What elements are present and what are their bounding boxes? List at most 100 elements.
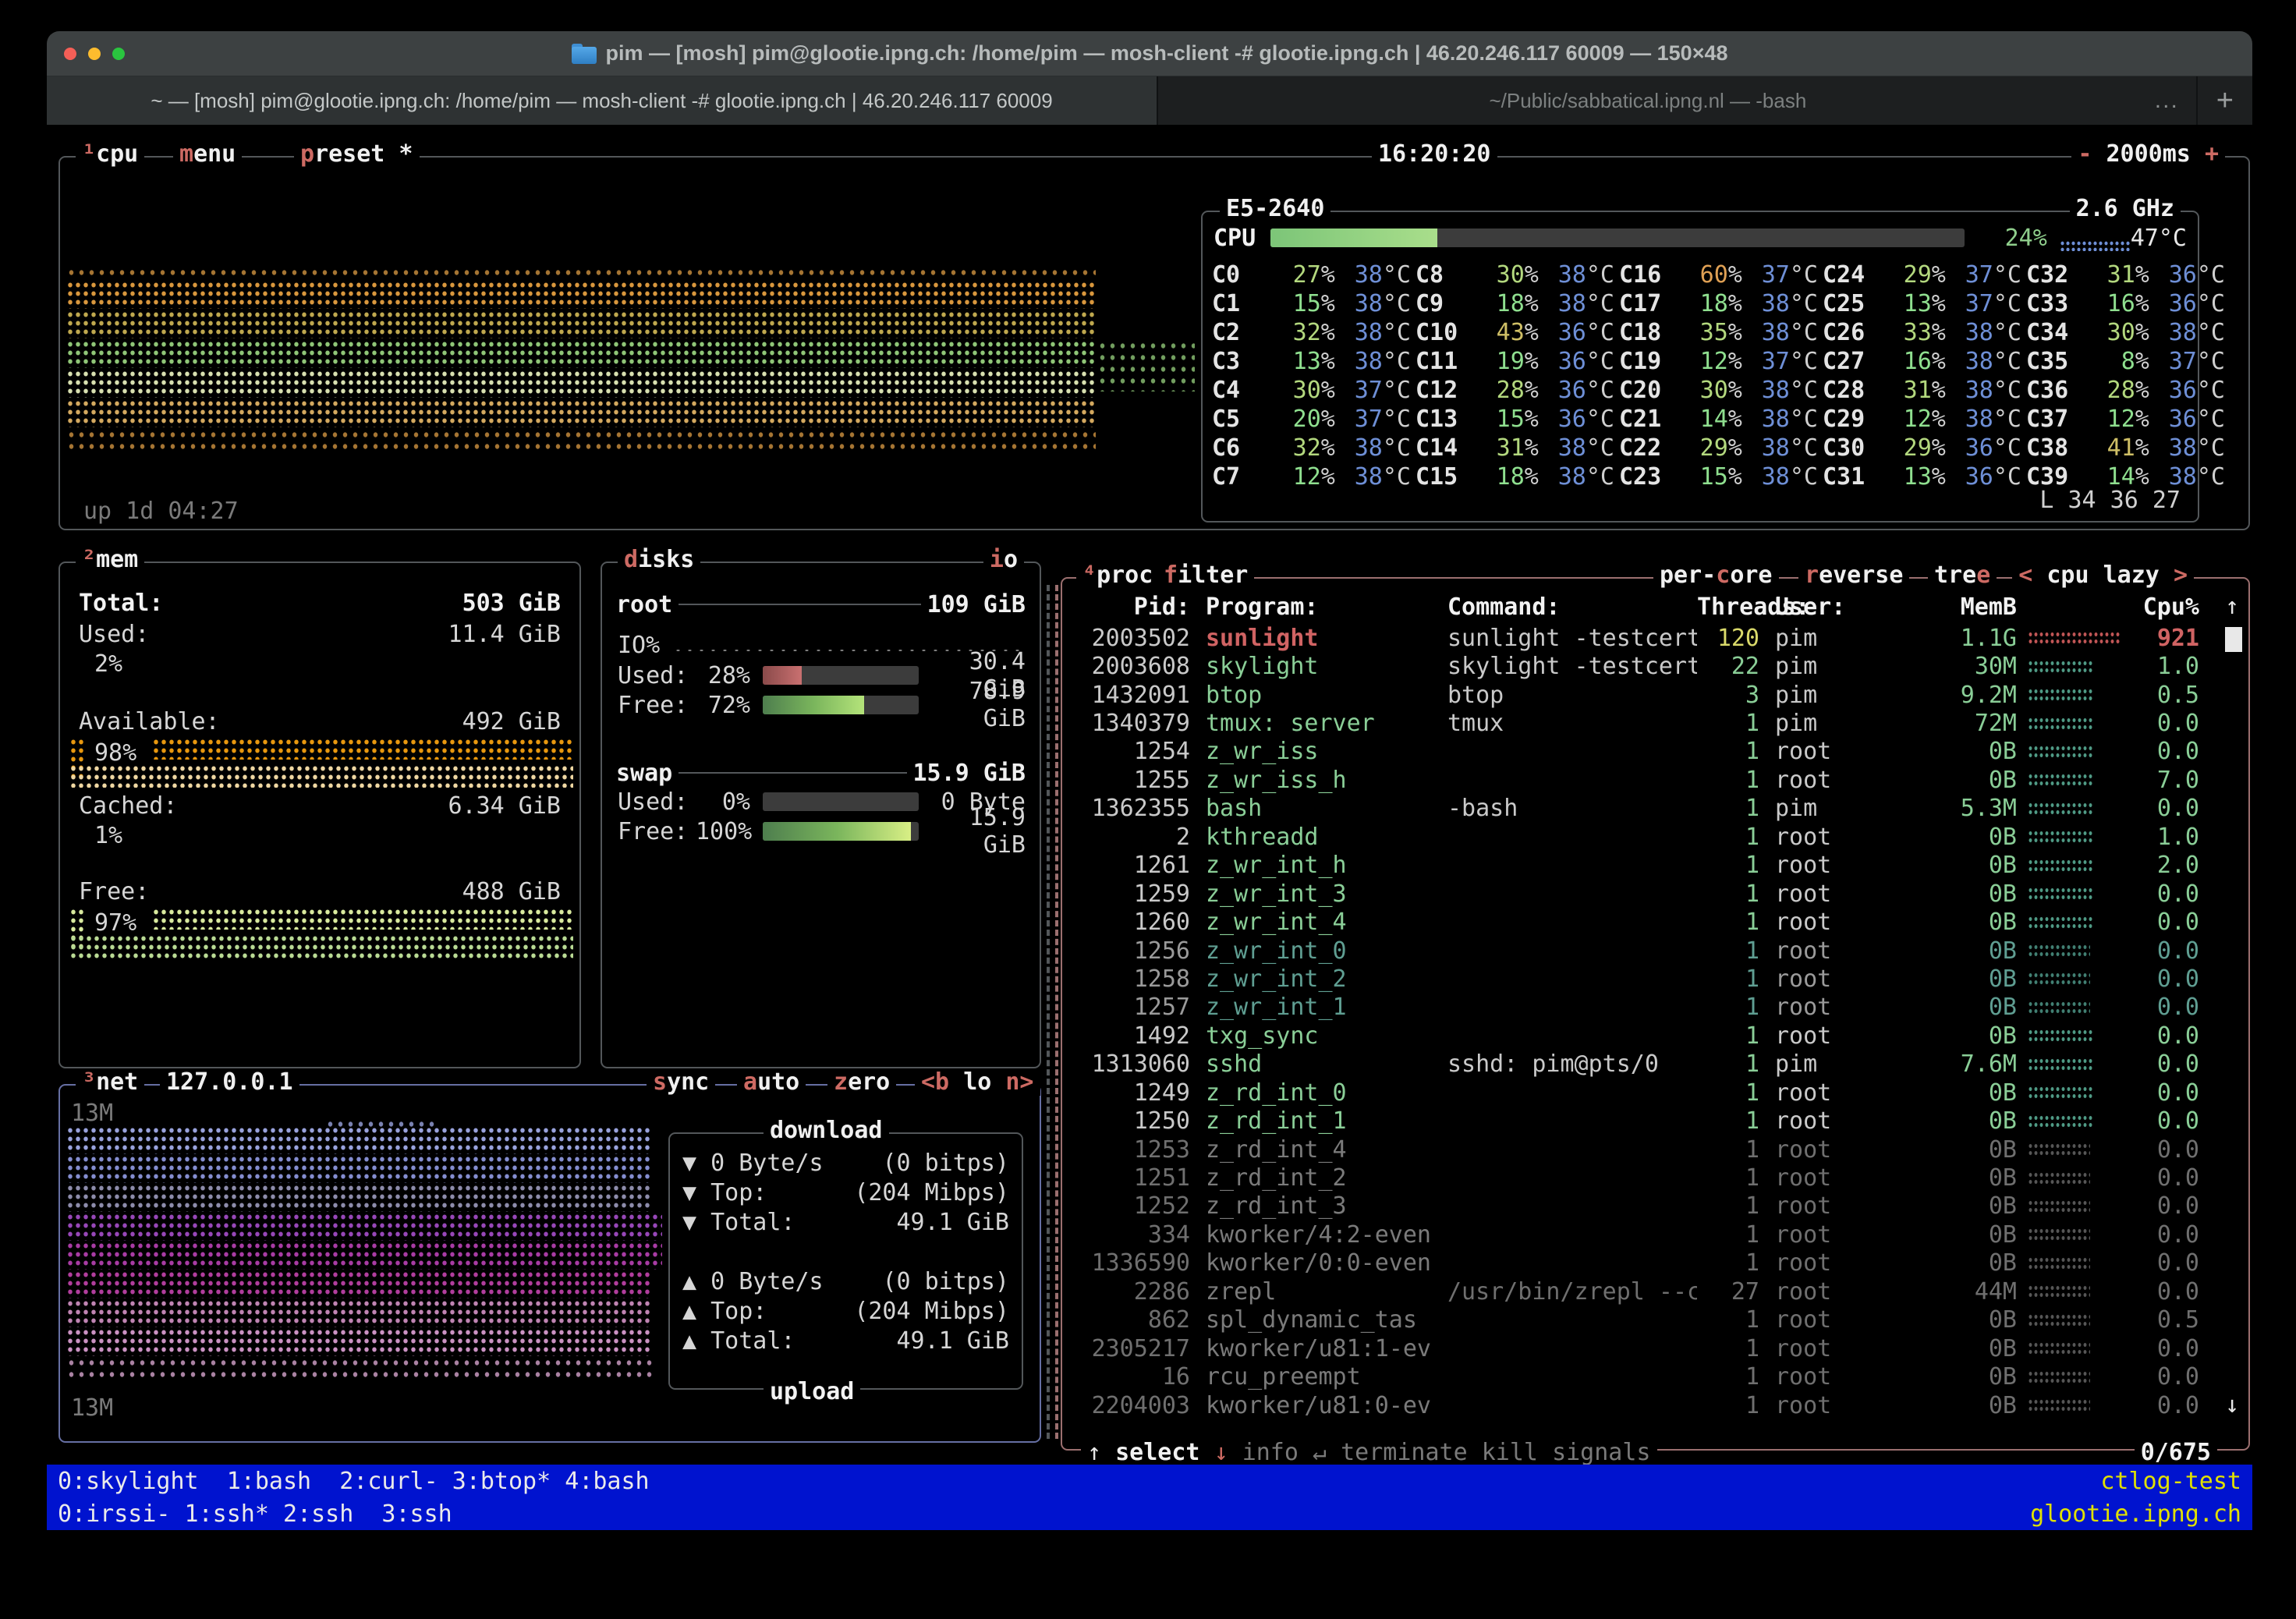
process-name: z_wr_iss bbox=[1206, 738, 1447, 765]
process-row[interactable]: 1258z_wr_int_21root0B0.0 bbox=[1073, 965, 2217, 993]
process-row[interactable]: 1259z_wr_int_31root0B0.0 bbox=[1073, 880, 2217, 908]
scrollbar-thumb[interactable] bbox=[2225, 627, 2242, 652]
core-temp: 38 bbox=[1335, 348, 1383, 375]
process-row[interactable]: 1362355bash-bash1pim5.3M0.0 bbox=[1073, 795, 2217, 823]
sort-next-icon[interactable]: > bbox=[2174, 562, 2188, 589]
process-cpu-graph bbox=[2028, 1001, 2129, 1015]
net-interface-switcher[interactable]: <b lo n> bbox=[915, 1068, 1040, 1096]
filter-button[interactable]: filter bbox=[1157, 562, 1254, 589]
core-temp: 38 bbox=[1335, 434, 1383, 462]
interval-minus-button[interactable]: - bbox=[2078, 140, 2092, 168]
col-pid[interactable]: Pid: bbox=[1073, 593, 1190, 621]
core-name: C27 bbox=[1823, 348, 1870, 375]
sort-selector[interactable]: < cpu lazy > bbox=[2012, 562, 2194, 589]
mem-available-bar2 bbox=[69, 764, 573, 788]
process-user: root bbox=[1775, 1363, 1923, 1390]
process-mem: 0B bbox=[1923, 994, 2017, 1021]
menu-button[interactable]: menu bbox=[173, 140, 242, 168]
col-cpu[interactable]: Cpu% bbox=[2129, 593, 2199, 621]
process-row[interactable]: 1251z_rd_int_21root0B0.0 bbox=[1073, 1164, 2217, 1192]
core-name: C11 bbox=[1416, 348, 1463, 375]
process-row[interactable]: 1253z_rd_int_41root0B0.0 bbox=[1073, 1135, 2217, 1164]
signals-button[interactable]: signals bbox=[1552, 1439, 1650, 1466]
col-mem[interactable]: MemB bbox=[1923, 593, 2017, 621]
cpu-box-title[interactable]: ¹cpu bbox=[76, 140, 144, 168]
net-box-title[interactable]: ³net bbox=[76, 1068, 144, 1096]
process-row[interactable]: 1252z_rd_int_31root0B0.0 bbox=[1073, 1192, 2217, 1220]
title-bar[interactable]: pim — [mosh] pim@glootie.ipng.ch: /home/… bbox=[47, 31, 2252, 76]
process-cpu: 0.5 bbox=[2129, 1306, 2199, 1334]
col-command[interactable]: Command: bbox=[1447, 593, 1697, 621]
zoom-button[interactable] bbox=[112, 48, 125, 60]
process-row[interactable]: 1249z_rd_int_01root0B0.0 bbox=[1073, 1079, 2217, 1107]
process-row[interactable]: 2305217kworker/u81:1-ev1root0B0.0 bbox=[1073, 1334, 2217, 1362]
process-row[interactable]: 2kthreadd1root0B1.0 bbox=[1073, 823, 2217, 851]
core-temp: 36 bbox=[1539, 377, 1586, 404]
net-zero-button[interactable]: zero bbox=[827, 1068, 896, 1096]
process-row[interactable]: 2003608skylightskylight -testcert22pim30… bbox=[1073, 652, 2217, 680]
io-panel-border-2 bbox=[1055, 585, 1058, 1439]
scroll-up-icon[interactable]: ↑ bbox=[2225, 593, 2239, 620]
download-speed-row: ▼ 0 Byte/s(0 bitps) bbox=[682, 1150, 1009, 1177]
process-row[interactable]: 1340379tmux: servertmux1pim72M0.0 bbox=[1073, 709, 2217, 737]
net-interface[interactable]: 127.0.0.1 bbox=[160, 1068, 299, 1096]
proc-box-title[interactable]: ⁴proc bbox=[1076, 562, 1159, 589]
net-box: ³net 127.0.0.1 sync auto zero <b lo n> 1… bbox=[58, 1084, 1041, 1443]
net-sync-button[interactable]: sync bbox=[647, 1068, 715, 1096]
reverse-button[interactable]: reverse bbox=[1798, 562, 1909, 589]
io-toggle[interactable]: io bbox=[983, 546, 1024, 573]
process-row[interactable]: 2204003kworker/u81:0-ev1root0B0.0 bbox=[1073, 1391, 2217, 1419]
process-row[interactable]: 2286zrepl/usr/bin/zrepl --co27root44M0.0 bbox=[1073, 1277, 2217, 1305]
disk-swap-used-bar bbox=[763, 792, 919, 811]
process-mem: 0B bbox=[1923, 1221, 2017, 1249]
col-user[interactable]: User: bbox=[1775, 593, 1923, 621]
process-row[interactable]: 1432091btopbtop3pim9.2M0.5 bbox=[1073, 681, 2217, 709]
process-row[interactable]: 1254z_wr_iss1root0B0.0 bbox=[1073, 738, 2217, 766]
col-program[interactable]: Program: bbox=[1206, 593, 1447, 621]
close-button[interactable] bbox=[64, 48, 76, 60]
sort-prev-icon[interactable]: < bbox=[2018, 562, 2032, 589]
select-button[interactable]: select bbox=[1115, 1439, 1199, 1466]
process-cpu: 0.0 bbox=[2129, 1249, 2199, 1277]
core-usage: 31 bbox=[1870, 377, 1932, 404]
tmux-inner-windows[interactable]: 0:irssi- 1:ssh* 2:ssh 3:ssh bbox=[58, 1500, 452, 1528]
info-button[interactable]: info ↵ bbox=[1242, 1439, 1327, 1466]
core-name: C19 bbox=[1619, 348, 1667, 375]
net-auto-button[interactable]: auto bbox=[737, 1068, 806, 1096]
disks-box-title[interactable]: disks bbox=[618, 546, 700, 573]
core-name: C0 bbox=[1212, 261, 1260, 289]
core-cell: C2030%38°C bbox=[1619, 377, 1818, 404]
process-threads: 1 bbox=[1697, 1107, 1759, 1135]
process-row[interactable]: 1250z_rd_int_11root0B0.0 bbox=[1073, 1107, 2217, 1135]
process-row[interactable]: 1261z_wr_int_h1root0B2.0 bbox=[1073, 852, 2217, 880]
tab-mosh-session[interactable]: ~ — [mosh] pim@glootie.ipng.ch: /home/pi… bbox=[47, 76, 1158, 125]
scroll-down-icon[interactable]: ↓ bbox=[2225, 1391, 2239, 1419]
col-threads[interactable]: Threads: bbox=[1697, 593, 1759, 621]
kill-button[interactable]: kill bbox=[1482, 1439, 1538, 1466]
tmux-windows[interactable]: 0:skylight 1:bash 2:curl- 3:btop* 4:bash bbox=[58, 1468, 650, 1495]
per-core-button[interactable]: per-core bbox=[1653, 562, 1779, 589]
process-row[interactable]: 2003502sunlightsunlight -testcert120pim1… bbox=[1073, 624, 2217, 652]
core-temp: 38 bbox=[1335, 261, 1383, 289]
process-row[interactable]: 1336590kworker/0:0-even1root0B0.0 bbox=[1073, 1249, 2217, 1277]
process-row[interactable]: 1256z_wr_int_01root0B0.0 bbox=[1073, 937, 2217, 965]
process-row[interactable]: 1255z_wr_iss_h1root0B7.0 bbox=[1073, 766, 2217, 794]
core-usage: 29 bbox=[1870, 261, 1932, 289]
process-row[interactable]: 16rcu_preempt1root0B0.0 bbox=[1073, 1362, 2217, 1390]
process-row[interactable]: 1313060sshdsshd: pim@pts/01pim7.6M0.0 bbox=[1073, 1050, 2217, 1079]
tab-overflow-icon[interactable]: ... bbox=[2138, 87, 2196, 114]
interval-plus-button[interactable]: + bbox=[2205, 140, 2219, 168]
tab-bash-session[interactable]: ~/Public/sabbatical.ipng.nl — -bash bbox=[1158, 76, 2138, 125]
process-row[interactable]: 1492txg_sync1root0B0.0 bbox=[1073, 1022, 2217, 1050]
minimize-button[interactable] bbox=[88, 48, 101, 60]
process-row[interactable]: 334kworker/4:2-even1root0B0.0 bbox=[1073, 1220, 2217, 1249]
new-tab-button[interactable]: + bbox=[2196, 76, 2252, 125]
terminate-button[interactable]: terminate bbox=[1341, 1439, 1468, 1466]
process-row[interactable]: 1257z_wr_int_11root0B0.0 bbox=[1073, 994, 2217, 1022]
process-name: z_wr_iss_h bbox=[1206, 767, 1447, 794]
tree-button[interactable]: tree bbox=[1928, 562, 1997, 589]
preset-button[interactable]: preset * bbox=[294, 140, 420, 168]
process-row[interactable]: 1260z_wr_int_41root0B0.0 bbox=[1073, 908, 2217, 936]
mem-box-title[interactable]: ²mem bbox=[76, 546, 144, 573]
process-row[interactable]: 862spl_dynamic_tas1root0B0.5 bbox=[1073, 1306, 2217, 1334]
